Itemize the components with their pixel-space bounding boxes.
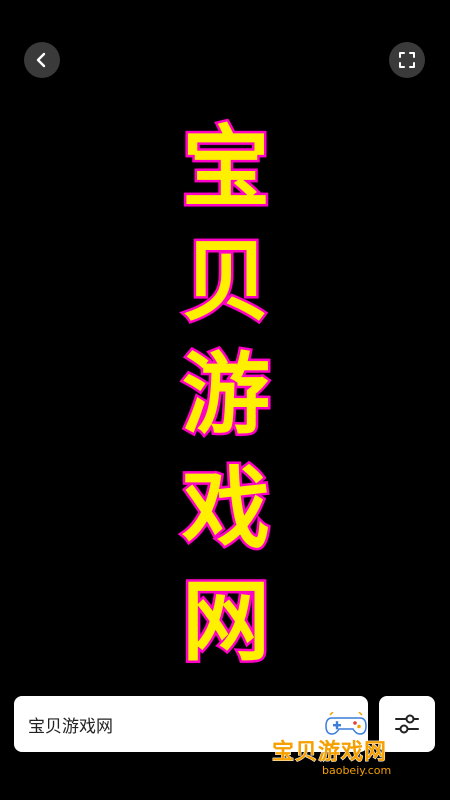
back-button[interactable] <box>24 42 60 78</box>
preview-char: 戏 <box>179 456 272 561</box>
text-preview: 宝 贝 游 戏 网 <box>176 115 276 680</box>
chevron-left-icon <box>36 52 46 68</box>
sliders-icon <box>395 714 419 734</box>
watermark-url: baobeiy.com <box>322 764 392 777</box>
preview-char: 网 <box>179 569 272 674</box>
fullscreen-button[interactable] <box>389 42 425 78</box>
preview-char: 贝 <box>179 229 272 334</box>
preview-char: 宝 <box>179 115 272 220</box>
preview-char: 游 <box>179 342 272 447</box>
fullscreen-icon <box>399 52 415 68</box>
text-input-container[interactable] <box>14 696 368 752</box>
screen: 宝 贝 游 戏 网 宝贝游戏网 baobeiy.com <box>0 0 450 800</box>
settings-button[interactable] <box>379 696 435 752</box>
text-input[interactable] <box>28 714 354 734</box>
